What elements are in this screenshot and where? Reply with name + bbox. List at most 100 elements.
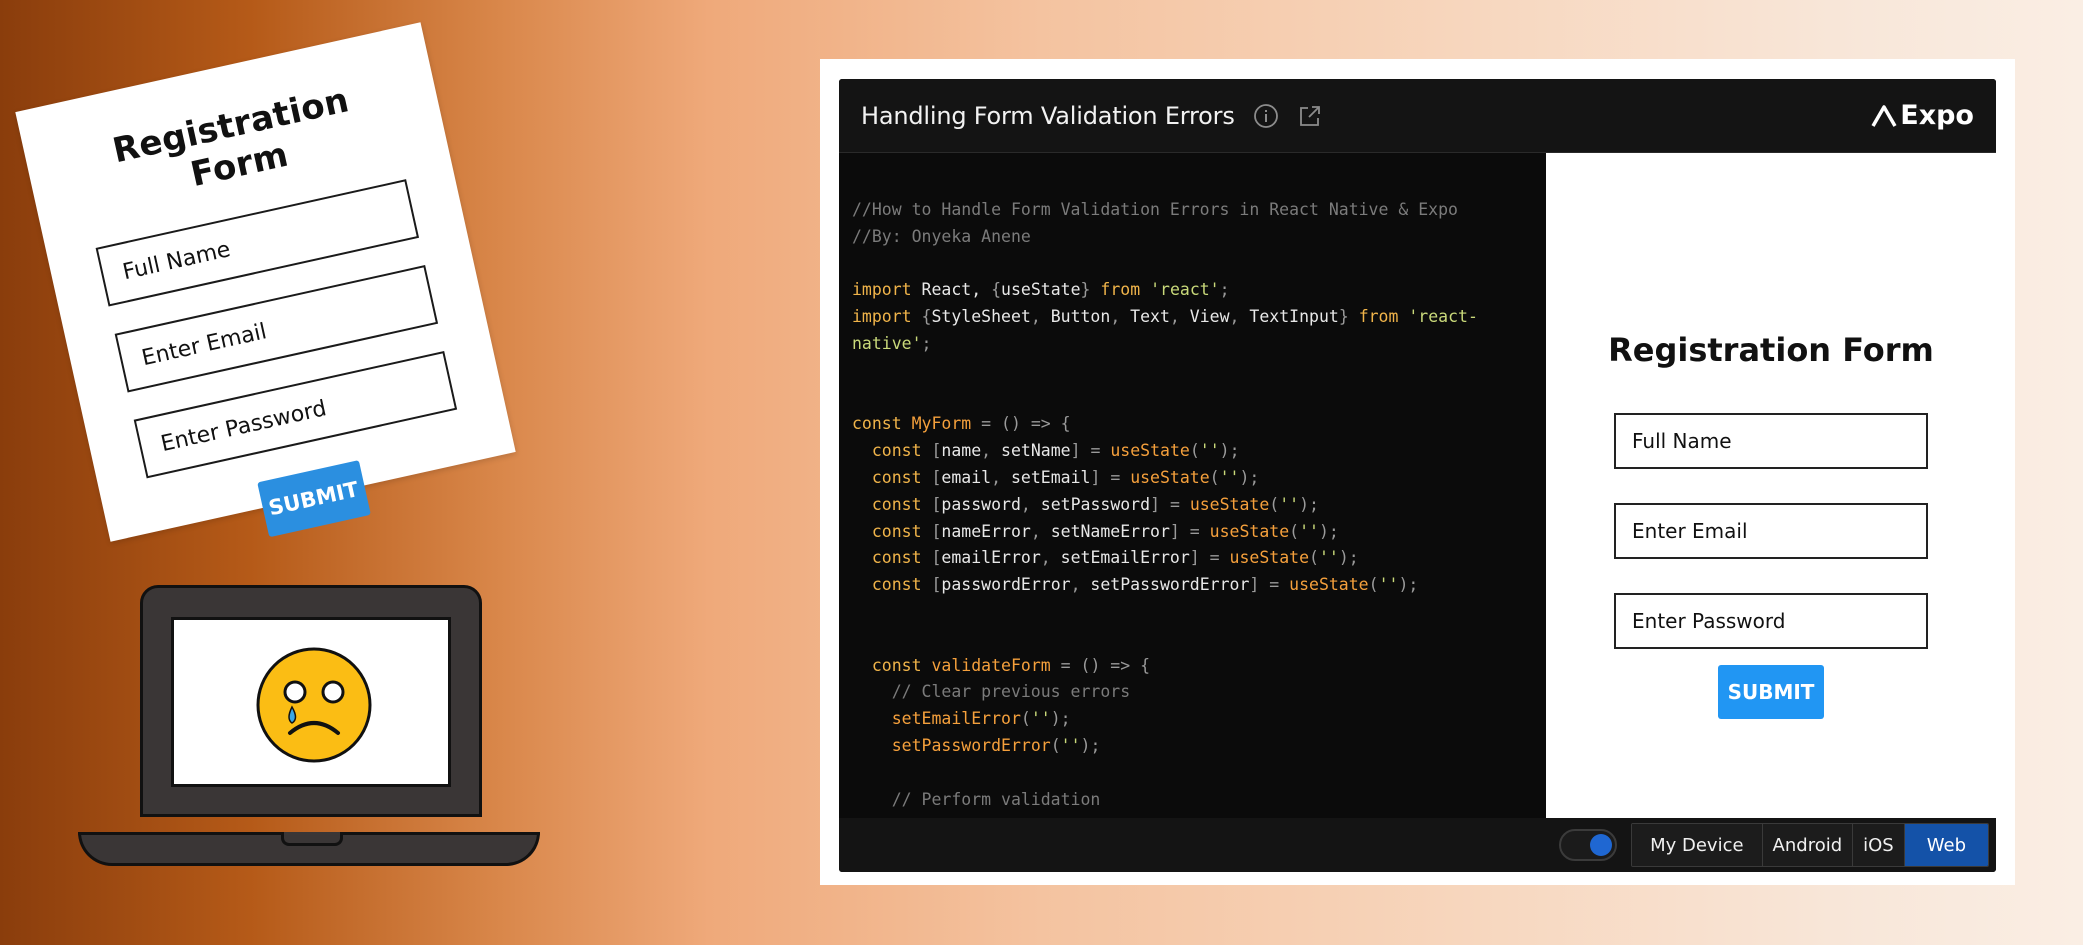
code-token: = () => { [981,414,1071,434]
password-input[interactable]: Enter Password [1614,593,1928,649]
code-token: { [991,280,1002,300]
code-token: const [871,575,922,595]
code-token: ); [1050,709,1071,729]
code-line: const [emailError, setEmailError] = useS… [852,545,1546,572]
code-token: import [852,307,912,327]
code-token: setPasswordError [891,735,1051,755]
code-token: [ [931,548,942,568]
code-token: = [1169,494,1180,514]
code-token: , [1110,307,1121,327]
code-token: ( [1189,441,1200,461]
code-token: , [1070,575,1081,595]
name-input[interactable]: Full Name [1614,413,1928,469]
code-token: '' [1199,441,1220,461]
code-line: setEmailError(''); [852,706,1546,733]
code-token: from [1100,280,1141,300]
code-token: ( [1368,575,1379,595]
code-token: ; [921,333,932,353]
preview-toggle[interactable] [1559,829,1618,861]
expo-logo[interactable]: Expo [1871,100,1974,131]
code-token: import [852,280,912,300]
laptop-illustration [78,585,543,870]
code-token: setPasswordError [1080,575,1250,595]
code-token: //By: Onyeka Anene [852,226,1031,246]
registration-card-illustration: Registration Form Full Name Enter Email … [15,22,516,542]
code-token: setPassword [1030,494,1151,514]
code-line: const [name, setName] = useState(''); [852,438,1546,465]
code-token: setEmailError [1050,548,1190,568]
snack-title: Handling Form Validation Errors [861,101,1235,130]
code-token: passwordError [941,575,1071,595]
code-token: , [991,467,1002,487]
code-token: 'react- [1408,307,1478,327]
laptop-notch [281,832,343,846]
code-token: 'react' [1150,280,1220,300]
code-token: ] [1169,521,1180,541]
code-token: '' [1030,709,1051,729]
laptop-base [78,832,540,866]
code-token: ( [1269,494,1280,514]
platform-web[interactable]: Web [1904,824,1988,866]
code-line: const [passwordError, setPasswordError] … [852,572,1546,599]
code-token: setNameError [1040,521,1170,541]
code-token: native' [852,333,922,353]
code-token: useState [1110,441,1190,461]
code-token: View [1179,307,1230,327]
platform-ios[interactable]: iOS [1853,824,1905,866]
code-token: ] [1090,467,1101,487]
snack-embed-frame: Handling Form Validation Errors Expo //H… [820,59,2015,885]
code-token: = [1110,467,1121,487]
code-token: const [871,494,922,514]
email-input[interactable]: Enter Email [1614,503,1928,559]
code-line: import {StyleSheet, Button, Text, View, … [852,304,1546,331]
external-link-icon[interactable] [1297,103,1323,129]
code-line: native'; [852,331,1546,358]
code-token: [ [931,494,942,514]
code-editor[interactable]: //How to Handle Form Validation Errors i… [839,153,1546,818]
info-icon[interactable] [1253,103,1279,129]
code-line: // Perform validation [852,787,1546,814]
code-token: = [1189,521,1200,541]
code-line: //By: Onyeka Anene [852,224,1546,251]
laptop-screen [171,617,451,787]
code-token: TextInput [1239,307,1339,327]
code-token: useState [1130,467,1210,487]
submit-button[interactable]: SUBMIT [1718,665,1824,719]
code-token: '' [1378,575,1399,595]
code-token: [ [931,521,942,541]
code-token: ] [1189,548,1200,568]
code-token: React, [911,280,992,300]
code-token: = [1090,441,1101,461]
code-token: [ [931,575,942,595]
platform-my-device[interactable]: My Device [1632,824,1763,866]
platform-android[interactable]: Android [1762,824,1854,866]
code-token: ( [1289,521,1300,541]
app-preview: Registration Form Full Name Enter Email … [1546,153,1996,818]
code-line: //How to Handle Form Validation Errors i… [852,197,1546,224]
